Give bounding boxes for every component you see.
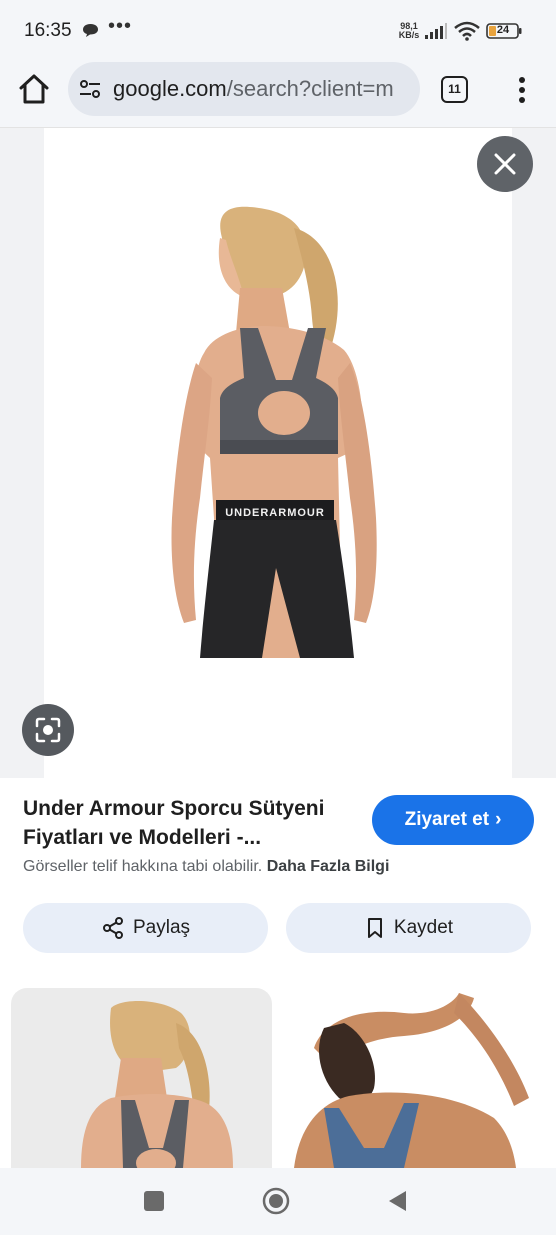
related-image-1[interactable]: [11, 988, 272, 1168]
share-icon: [102, 917, 123, 939]
visit-button[interactable]: Ziyaret et ›: [372, 795, 534, 845]
close-button[interactable]: [477, 136, 533, 192]
message-icon: [83, 24, 98, 37]
lens-icon: [35, 717, 61, 743]
main-image[interactable]: UNDERARMOUR: [44, 128, 512, 778]
learn-more-link[interactable]: Daha Fazla Bilgi: [267, 858, 390, 875]
site-settings-icon[interactable]: [78, 77, 102, 101]
svg-text:UNDERARMOUR: UNDERARMOUR: [225, 507, 325, 519]
copyright-notice: Görseller telif hakkına tabi olabilir. D…: [23, 858, 389, 876]
address-bar[interactable]: google.com/search?client=m: [68, 62, 420, 116]
status-bar: 16:35 ••• 98,1 KB/s 24: [0, 0, 556, 62]
browser-toolbar: google.com/search?client=m 11: [0, 62, 556, 128]
signal-icon: [425, 23, 447, 39]
share-button[interactable]: Paylaş: [23, 903, 268, 953]
share-label: Paylaş: [132, 917, 191, 938]
speed-unit: KB/s: [398, 30, 420, 40]
back-icon[interactable]: [386, 1189, 410, 1213]
home-nav-icon[interactable]: [262, 1187, 290, 1215]
bookmark-icon: [367, 918, 382, 938]
battery-level: 24: [496, 24, 510, 36]
system-nav-bar: [0, 1168, 556, 1235]
recent-apps-button[interactable]: [144, 1191, 164, 1211]
copyright-text: Görseller telif hakkına tabi olabilir.: [23, 858, 263, 875]
home-icon[interactable]: [16, 71, 52, 107]
status-time: 16:35: [24, 20, 72, 41]
url-path: /search?client=m: [226, 76, 394, 101]
chevron-right-icon: ›: [495, 809, 502, 830]
related-image-2[interactable]: [284, 988, 545, 1168]
url-host: google.com: [113, 76, 227, 101]
visit-label: Ziyaret et: [404, 809, 490, 830]
status-more-dots: •••: [108, 15, 133, 37]
image-viewer: UNDERARMOUR: [0, 128, 556, 778]
wifi-icon: [454, 21, 480, 41]
tab-switcher-button[interactable]: 11: [441, 76, 468, 103]
lens-button[interactable]: [22, 704, 74, 756]
save-button[interactable]: Kaydet: [286, 903, 531, 953]
result-title[interactable]: Under Armour Sporcu Sütyeni Fiyatları ve…: [23, 794, 363, 852]
related-images: [0, 988, 556, 1168]
tab-count: 11: [448, 82, 461, 96]
result-info: Under Armour Sporcu Sütyeni Fiyatları ve…: [0, 778, 556, 988]
url-text: google.com/search?client=m: [113, 76, 394, 102]
menu-icon[interactable]: [508, 74, 536, 106]
product-image: UNDERARMOUR: [171, 206, 377, 658]
network-speed: 98,1 KB/s: [397, 22, 421, 40]
save-label: Kaydet: [393, 917, 454, 938]
close-icon: [494, 153, 516, 175]
